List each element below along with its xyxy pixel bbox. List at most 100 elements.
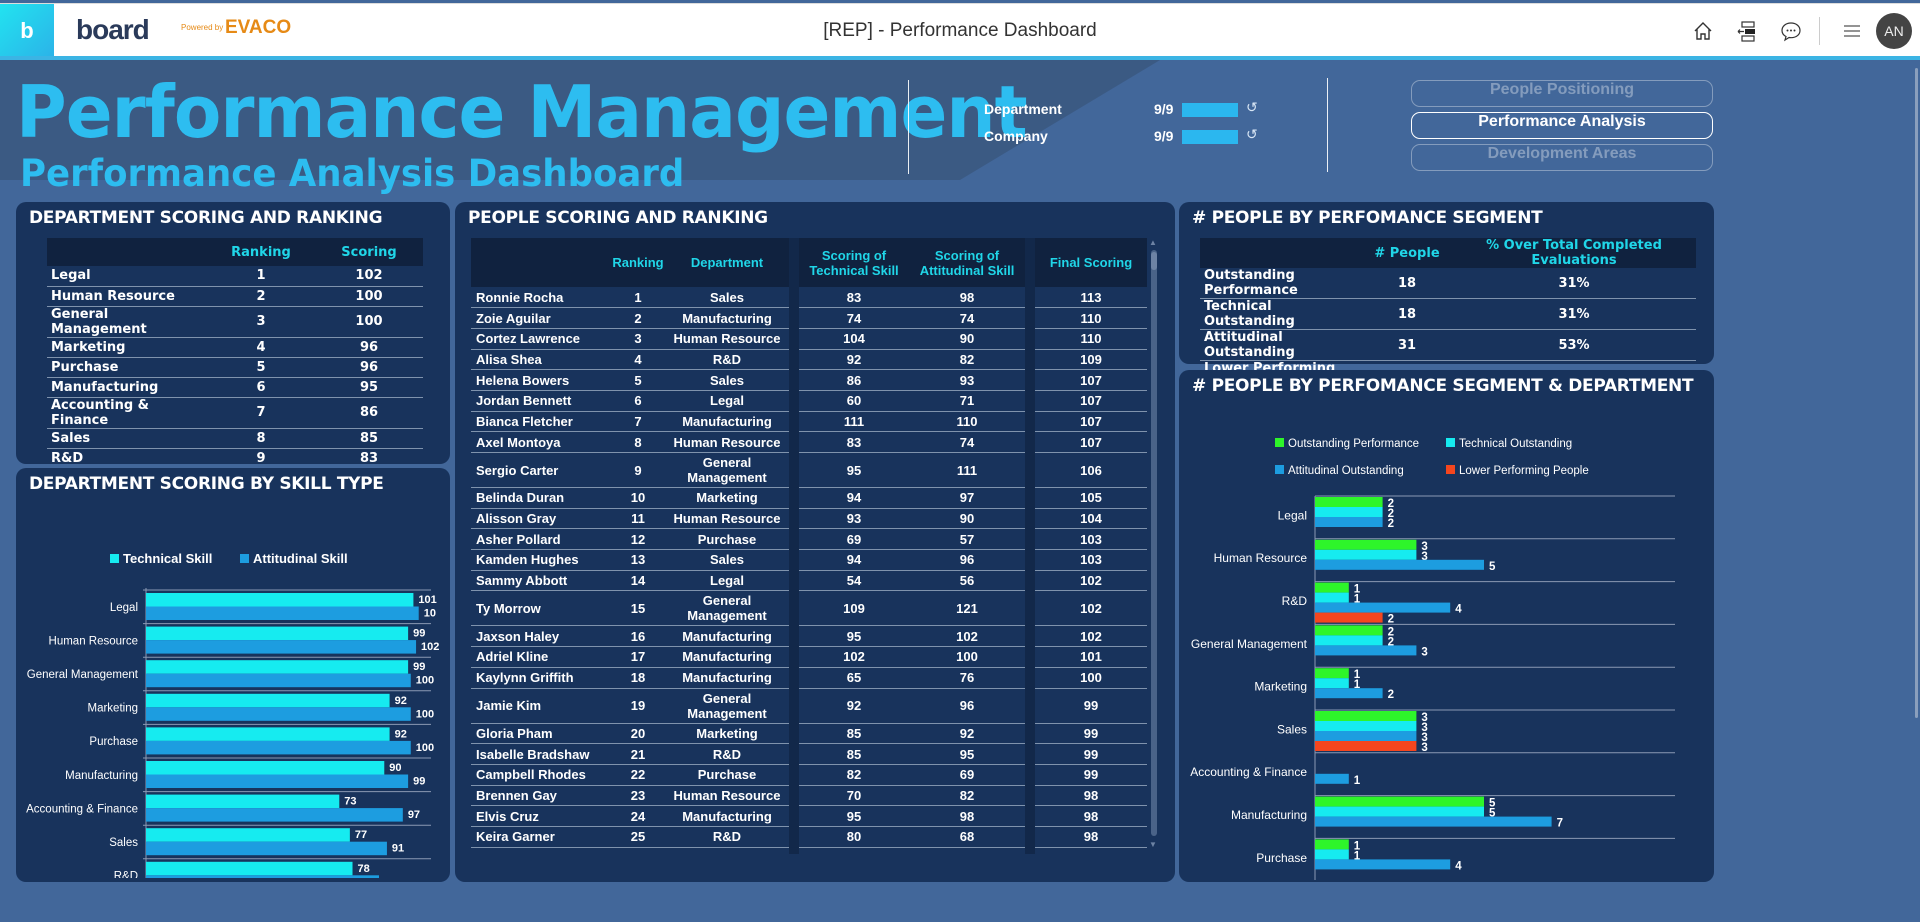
column-header-department[interactable]: Department [665, 238, 789, 287]
app-title: [REP] - Performance Dashboard [823, 20, 1097, 41]
ranking-value: 5 [207, 357, 315, 378]
scroll-down-icon[interactable]: ▼ [1149, 840, 1157, 849]
table-row[interactable]: Keira Garner 25 R&D 80 68 98 [471, 826, 1147, 848]
table-row[interactable]: Jordan Bennett 6 Legal 60 71 107 [471, 390, 1147, 412]
technical-score: 85 [799, 743, 909, 765]
table-row[interactable]: Axel Montoya 8 Human Resource 83 74 107 [471, 431, 1147, 453]
bar [146, 761, 385, 775]
column-header-technical[interactable]: Scoring of Technical Skill [799, 238, 909, 287]
table-row[interactable]: Kaylynn Griffith 18 Manufacturing 65 76 100 [471, 667, 1147, 689]
column-separator [789, 805, 799, 827]
department-value: Manufacturing [665, 646, 789, 668]
table-row[interactable]: Purchase 5 96 [47, 357, 423, 378]
filter-department[interactable]: Department 9/9 ↺ [984, 99, 1264, 121]
table-row[interactable]: Zoie Aguilar 2 Manufacturing 74 74 110 [471, 307, 1147, 329]
bar [1315, 816, 1552, 827]
column-separator [789, 743, 799, 765]
column-header-scoring[interactable]: Scoring [315, 238, 423, 266]
table-row[interactable]: Attitudinal Outstanding 31 53% [1200, 329, 1696, 361]
people-table-scrollbar[interactable]: ▲ ▼ [1149, 238, 1159, 854]
ranking-value: 18 [611, 667, 665, 689]
department-value: Human Resource [665, 508, 789, 530]
table-row[interactable]: Manufacturing 6 95 [47, 377, 423, 398]
nav-performance-analysis[interactable]: Performance Analysis [1411, 112, 1713, 139]
page-scrollbar[interactable] [1915, 68, 1918, 718]
final-score: 102 [1035, 590, 1147, 627]
table-row[interactable]: Ty Morrow 15 General Management 109 121 102 [471, 590, 1147, 627]
people-ranking-table: Ranking Department Scoring of Technical … [471, 238, 1147, 854]
table-row[interactable]: Outstanding Performance 18 31% [1200, 268, 1696, 299]
reset-icon[interactable]: ↺ [1246, 126, 1258, 143]
top-bar: b board Powered by EVACO [REP] - Perform… [0, 3, 1920, 57]
column-header-ranking[interactable]: Ranking [611, 238, 665, 287]
table-row-partial[interactable] [471, 847, 1147, 854]
column-header [1200, 238, 1362, 268]
ranking-value: 2 [207, 286, 315, 307]
table-row[interactable]: Cortez Lawrence 3 Human Resource 104 90 110 [471, 328, 1147, 350]
table-row[interactable]: Jaxson Haley 16 Manufacturing 95 102 102 [471, 625, 1147, 648]
column-header-percent[interactable]: % Over Total Completed Evaluations [1452, 238, 1696, 268]
page-title: Performance Management [16, 70, 1028, 154]
user-avatar[interactable]: AN [1876, 12, 1912, 49]
table-row[interactable]: Human Resource 2 100 [47, 286, 423, 307]
category-label: Marketing [1254, 680, 1307, 694]
column-header-attitudinal[interactable]: Scoring of Attitudinal Skill [909, 238, 1025, 287]
table-row[interactable]: Bianca Fletcher 7 Manufacturing 111 110 107 [471, 411, 1147, 433]
table-row[interactable]: General Management 3 100 [47, 306, 423, 338]
board-logo: board [76, 14, 150, 45]
scrollbar-thumb[interactable] [1151, 252, 1157, 270]
table-row[interactable]: Alisson Gray 11 Human Resource 93 90 104 [471, 508, 1147, 530]
category-label: Accounting & Finance [1190, 765, 1307, 779]
column-header-final[interactable]: Final Scoring [1035, 238, 1147, 287]
reset-icon[interactable]: ↺ [1246, 99, 1258, 116]
table-row[interactable]: Sammy Abbott 14 Legal 54 56 102 [471, 570, 1147, 592]
table-row[interactable]: Adriel Kline 17 Manufacturing 102 100 101 [471, 646, 1147, 668]
table-row[interactable]: Elvis Cruz 24 Manufacturing 95 98 98 [471, 805, 1147, 827]
table-row[interactable]: Accounting & Finance 7 86 [47, 397, 423, 429]
scroll-up-icon[interactable]: ▲ [1149, 238, 1157, 247]
table-row[interactable]: Ronnie Rocha 1 Sales 83 98 113 [471, 287, 1147, 309]
board-app-tile[interactable]: b [0, 4, 54, 57]
table-row[interactable]: Campbell Rhodes 22 Purchase 82 69 99 [471, 764, 1147, 786]
table-row[interactable]: Marketing 4 96 [47, 337, 423, 358]
table-row[interactable]: R&D 9 83 [47, 448, 423, 469]
panel-toggle-icon[interactable] [1729, 13, 1765, 49]
attitudinal-score: 90 [909, 508, 1025, 530]
final-score: 113 [1035, 287, 1147, 309]
bar [1315, 559, 1484, 570]
table-row[interactable]: Brennen Gay 23 Human Resource 70 82 98 [471, 785, 1147, 807]
table-row[interactable]: Alisa Shea 4 R&D 92 82 109 [471, 349, 1147, 371]
table-row[interactable]: Sales 8 85 [47, 428, 423, 449]
category-label: R&D [114, 871, 138, 878]
nav-people-positioning[interactable]: People Positioning [1411, 80, 1713, 107]
table-row[interactable]: Kamden Hughes 13 Sales 94 96 103 [471, 549, 1147, 571]
table-row[interactable]: Sergio Carter 9 General Management 95 111 106 [471, 452, 1147, 488]
menu-icon[interactable] [1834, 13, 1870, 49]
table-row[interactable]: Isabelle Bradshaw 21 R&D 85 95 99 [471, 743, 1147, 765]
nav-development-areas[interactable]: Development Areas [1411, 144, 1713, 171]
legend-label: Attitudinal Skill [253, 551, 348, 566]
table-row[interactable]: Gloria Pham 20 Marketing 85 92 99 [471, 723, 1147, 745]
technical-score: 95 [799, 805, 909, 827]
filter-company[interactable]: Company 9/9 ↺ [984, 126, 1264, 148]
table-row[interactable]: Legal 1 102 [47, 266, 423, 287]
table-row[interactable]: Technical Outstanding 18 31% [1200, 298, 1696, 330]
table-row[interactable]: Belinda Duran 10 Marketing 94 97 105 [471, 487, 1147, 509]
table-row[interactable]: Asher Pollard 12 Purchase 69 57 103 [471, 528, 1147, 551]
column-separator [1025, 570, 1035, 591]
column-header-people[interactable]: # People [1362, 238, 1452, 268]
panel-title: DEPARTMENT SCORING BY SKILL TYPE [29, 474, 384, 494]
person-name: Zoie Aguilar [471, 307, 611, 329]
comment-icon[interactable] [1773, 13, 1809, 49]
column-header-ranking[interactable]: Ranking [207, 238, 315, 266]
home-icon[interactable] [1685, 13, 1721, 49]
bar [146, 693, 390, 708]
department-value: Human Resource [665, 785, 789, 807]
category-label: Human Resource [1214, 551, 1308, 565]
scrollbar-track[interactable] [1151, 250, 1157, 836]
table-cell [611, 847, 665, 854]
column-separator [1025, 508, 1035, 529]
table-row[interactable]: Jamie Kim 19 General Management 92 96 99 [471, 688, 1147, 724]
table-row[interactable]: Helena Bowers 5 Sales 86 93 107 [471, 369, 1147, 391]
scoring-value: 100 [315, 286, 423, 307]
